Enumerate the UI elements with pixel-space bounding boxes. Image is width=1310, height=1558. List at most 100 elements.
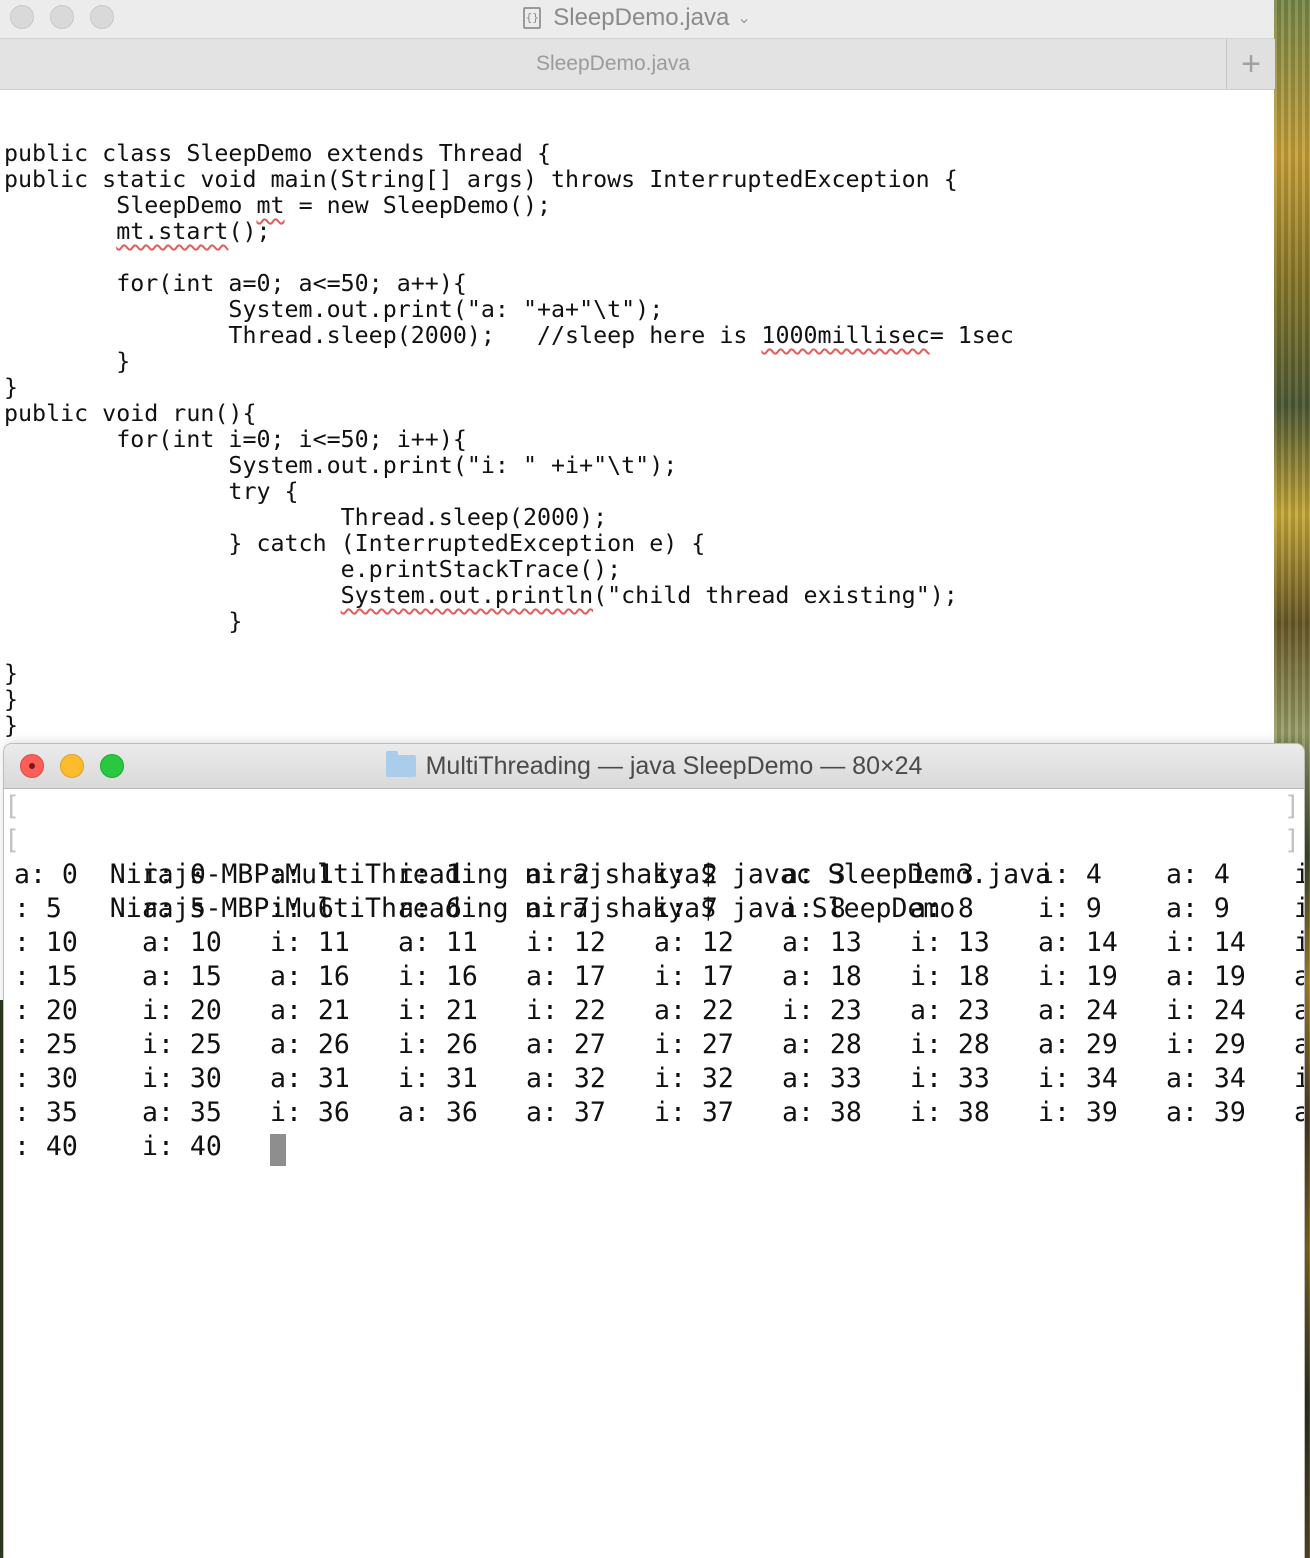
code-line: } [4,348,131,375]
output-cell: a: 16 [270,961,350,992]
output-cell: : 10 [14,927,78,958]
terminal-titlebar: MultiThreading — java SleepDemo — 80×24 [4,744,1304,789]
code-line: public static void main(String[] args) t… [4,166,958,193]
output-cell: i [1294,859,1304,890]
tab-sleepdemo[interactable]: SleepDemo.java [0,39,1226,89]
line-marker-left: [ [4,825,20,856]
output-line: : 35 a: 35 i: 36 a: 36 a: 37 i: 37 a: 38 i: 38 i… [4,1096,1304,1130]
output-cell: i: 16 [398,961,478,992]
output-cell: a: 33 [782,1063,862,1094]
output-cell: i: 18 [910,961,990,992]
output-cell: a: 37 [526,1097,606,1128]
output-cell: a: 18 [782,961,862,992]
output-cell: a: 19 [1166,961,1246,992]
output-cell: : 20 [14,995,78,1026]
output-cell: a: 8 [910,893,974,924]
output-cell: a: 22 [654,995,734,1026]
output-cell: a: 4 [1166,859,1230,890]
output-cell: a: 5 [142,893,206,924]
editor-titlebar: {} SleepDemo.java ⌄ [0,0,1274,39]
output-cell: a: 38 [782,1097,862,1128]
line-marker-right: ] [1284,825,1300,856]
output-cell: : 40 [14,1131,78,1162]
code-line: } [4,712,19,739]
code-line: } [4,686,19,713]
command-line: [ Nirajs-MBP:MultiThreading nirajshakya$… [4,824,1304,924]
output-cell: i: 0 [142,859,206,890]
code-line: Thread.sleep(2000); //sleep here is 1000… [4,322,1014,349]
code-editor[interactable]: public class SleepDemo extends Thread {p… [4,115,1014,739]
output-cell: a: 36 [398,1097,478,1128]
output-cell: a: 27 [526,1029,606,1060]
output-cell: a: 9 [1166,893,1230,924]
output-cell: a: 12 [654,927,734,958]
output-cell: a: 29 [1038,1029,1118,1060]
document-icon: {} [523,7,542,29]
code-line: e.printStackTrace(); [4,556,622,583]
output-cell: i: 3 [910,859,974,890]
terminal-output[interactable]: [ Nirajs-MBP:MultiThreading nirajshakya$… [4,790,1304,1166]
terminal-title-text: MultiThreading — java SleepDemo — 80×24 [425,751,923,780]
add-tab-button[interactable]: + [1226,39,1275,89]
code-line: mt.start(); [116,218,271,245]
editor-tabbar: SleepDemo.java + [0,39,1275,90]
output-cell: a: 13 [782,927,862,958]
output-cell: a: 17 [526,961,606,992]
output-cell: i: 40 [142,1131,222,1162]
output-cell: a: 31 [270,1063,350,1094]
output-cell: i: 22 [526,995,606,1026]
program-output: a: 0 i: 0 a: 1 i: 1 a: 2 i: 2 a: 3 i: 3 i: 4 a: 4… [4,858,1304,1166]
chevron-down-icon[interactable]: ⌄ [737,8,750,28]
output-line: : 40 i: 40 [4,1130,1304,1166]
output-cell: i: 14 [1166,927,1246,958]
output-cell: i: 32 [654,1063,734,1094]
output-cell: : 35 [14,1097,78,1128]
spellcheck-underline: System.out.println [340,582,594,609]
line-marker-left: [ [4,791,20,822]
output-cell: i: 37 [654,1097,734,1128]
output-cell: i: 34 [1038,1063,1118,1094]
code-line: } catch (InterruptedException e) { [4,530,706,557]
output-cell: i: 12 [526,927,606,958]
output-line: : 10 a: 10 i: 11 a: 11 i: 12 a: 12 a: 13 i: 13 a… [4,926,1304,960]
output-cell: i: 38 [910,1097,990,1128]
output-cell: i: 28 [910,1029,990,1060]
output-cell: : 15 [14,961,78,992]
code-line: SleepDemo mt = new SleepDemo(); [4,192,552,219]
command-line: [ Nirajs-MBP:MultiThreading nirajshakya$… [4,790,1304,890]
folder-icon [385,751,416,777]
output-cell: i: 39 [1038,1097,1118,1128]
code-line: System.out.print("i: " +i+"\t"); [4,452,678,479]
output-cell: a: 39 [1166,1097,1246,1128]
output-cell: i: 30 [142,1063,222,1094]
output-cell: i: 1 [398,859,462,890]
terminal-cursor [270,1134,286,1166]
output-cell: i: 31 [398,1063,478,1094]
code-line: try { [4,478,299,505]
output-cell: i: 13 [910,927,990,958]
output-cell: i: 19 [1038,961,1118,992]
output-cell: a: 28 [782,1029,862,1060]
output-cell: i: 24 [1166,995,1246,1026]
spellcheck-underline: mt.start [116,218,229,245]
output-cell: : 25 [14,1029,78,1060]
output-cell: a [1294,1029,1304,1060]
output-cell: i: 9 [1038,893,1102,924]
output-cell: i [1294,893,1304,924]
output-cell: i: 8 [782,893,846,924]
code-line: } [4,608,243,635]
output-cell: a: 10 [142,927,222,958]
output-cell: a: 0 [14,859,78,890]
code-line: } [4,374,19,401]
output-cell: i [1294,927,1304,958]
output-cell: i: 27 [654,1029,734,1060]
output-cell: i: 11 [270,927,350,958]
output-cell: a: 6 [398,893,462,924]
output-cell: : 30 [14,1063,78,1094]
terminal-window: MultiThreading — java SleepDemo — 80×24 … [4,744,1304,1558]
editor-title[interactable]: {} SleepDemo.java ⌄ [0,0,1274,36]
code-line: System.out.print("a: "+a+"\t"); [4,296,664,323]
code-line: for(int a=0; a<=50; a++){ [4,270,467,297]
output-cell: a: 21 [270,995,350,1026]
